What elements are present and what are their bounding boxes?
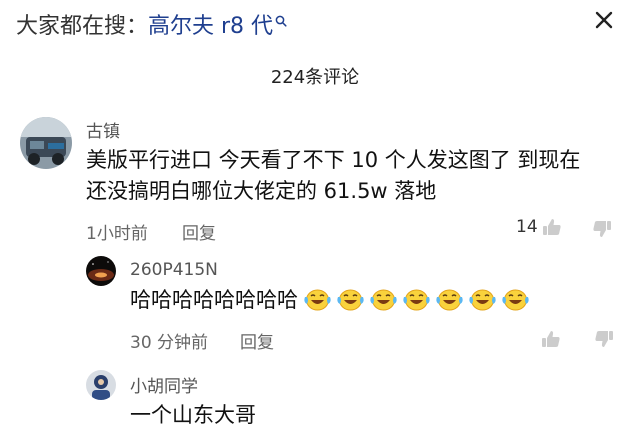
search-suggestion[interactable]: 大家都在搜：高尔夫 r8 代: [16, 8, 287, 40]
comment-text-line: 美版平行进口 今天看了不下 10 个人发这图了 到现在: [86, 148, 581, 172]
search-suggestion-prefix: 大家都在搜：: [16, 14, 149, 39]
comment-time: 30 分钟前: [130, 333, 209, 353]
search-suggestion-query[interactable]: 高尔夫 r8 代: [148, 14, 273, 39]
laughing-tears-emoji-icon: [370, 287, 397, 312]
comment-text-line: 还没搞明白哪位大佬定的 61.5w 落地: [86, 179, 437, 203]
thumbs-down-icon: [593, 221, 611, 237]
avatar[interactable]: [86, 370, 116, 400]
laughing-tears-emoji-icon: [304, 287, 331, 312]
comment-username[interactable]: 古镇: [86, 117, 120, 142]
comment-count-title: 224条评论: [270, 67, 360, 88]
laughing-tears-emoji-icon: [502, 287, 529, 312]
avatar[interactable]: [86, 256, 116, 286]
comment-text: 哈哈哈哈哈哈哈哈: [130, 285, 529, 316]
comment-username[interactable]: 小胡同学: [130, 372, 198, 397]
dislike-button[interactable]: [592, 219, 612, 239]
like-count: 14: [516, 217, 538, 237]
emoji-row: [298, 288, 529, 312]
laughing-tears-emoji-icon: [469, 287, 496, 312]
avatar[interactable]: [20, 117, 72, 169]
thumbs-down-icon: [595, 331, 613, 347]
laughing-tears-emoji-icon: [337, 287, 364, 312]
like-button[interactable]: 14: [516, 217, 562, 237]
comment-text-content: 哈哈哈哈哈哈哈哈: [130, 288, 298, 312]
laughing-tears-emoji-icon: [403, 287, 430, 312]
comment-username[interactable]: 260P415N: [130, 260, 218, 280]
like-button[interactable]: [541, 329, 561, 349]
close-icon: [595, 11, 613, 29]
search-icon: [275, 8, 287, 33]
reply-button[interactable]: 回复: [240, 328, 274, 353]
dislike-button[interactable]: [594, 329, 614, 349]
reply-button[interactable]: 回复: [182, 219, 216, 244]
comment-time: 1小时前: [86, 224, 148, 244]
thumbs-up-icon: [542, 331, 560, 347]
thumbs-up-icon: [542, 219, 561, 235]
comment-text: 一个山东大哥: [130, 403, 256, 427]
laughing-tears-emoji-icon: [436, 287, 463, 312]
close-button[interactable]: [592, 8, 616, 32]
